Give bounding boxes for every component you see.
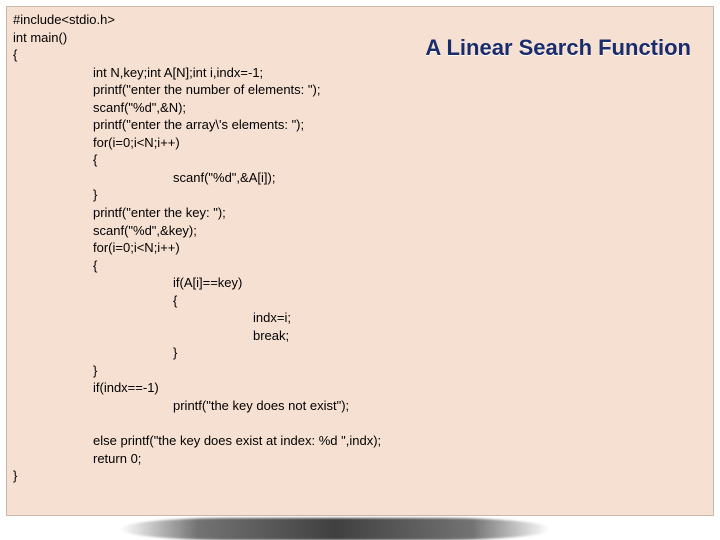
code-line: break; xyxy=(253,328,289,343)
code-line: if(A[i]==key) xyxy=(173,275,242,290)
code-line: { xyxy=(13,47,17,62)
code-line: for(i=0;i<N;i++) xyxy=(93,135,180,150)
code-line: scanf("%d",&A[i]); xyxy=(173,170,275,185)
code-line: if(indx==-1) xyxy=(93,380,159,395)
code-line: scanf("%d",&N); xyxy=(93,100,186,115)
code-line: printf("enter the key: "); xyxy=(93,205,226,220)
code-line: { xyxy=(173,293,177,308)
code-block: #include<stdio.h> int main() { int N,key… xyxy=(13,11,707,485)
code-line: indx=i; xyxy=(253,310,291,325)
code-line: int main() xyxy=(13,30,67,45)
code-line: } xyxy=(93,363,97,378)
code-line: printf("the key does not exist"); xyxy=(173,398,349,413)
code-line: } xyxy=(93,187,97,202)
slide-title: A Linear Search Function xyxy=(425,35,691,61)
slide: A Linear Search Function #include<stdio.… xyxy=(0,0,720,540)
code-line: #include<stdio.h> xyxy=(13,12,115,27)
code-container: A Linear Search Function #include<stdio.… xyxy=(6,6,714,516)
code-line: int N,key;int A[N];int i,indx=-1; xyxy=(93,65,263,80)
code-line: printf("enter the number of elements: ")… xyxy=(93,82,320,97)
code-line: } xyxy=(173,345,177,360)
code-line: { xyxy=(93,258,97,273)
code-line: else printf("the key does exist at index… xyxy=(93,433,381,448)
code-line: for(i=0;i<N;i++) xyxy=(93,240,180,255)
code-line: scanf("%d",&key); xyxy=(93,223,197,238)
code-line: return 0; xyxy=(93,451,141,466)
code-line: { xyxy=(93,152,97,167)
code-line: } xyxy=(13,468,17,483)
decorative-shadow xyxy=(120,518,550,540)
code-line: printf("enter the array\'s elements: "); xyxy=(93,117,304,132)
